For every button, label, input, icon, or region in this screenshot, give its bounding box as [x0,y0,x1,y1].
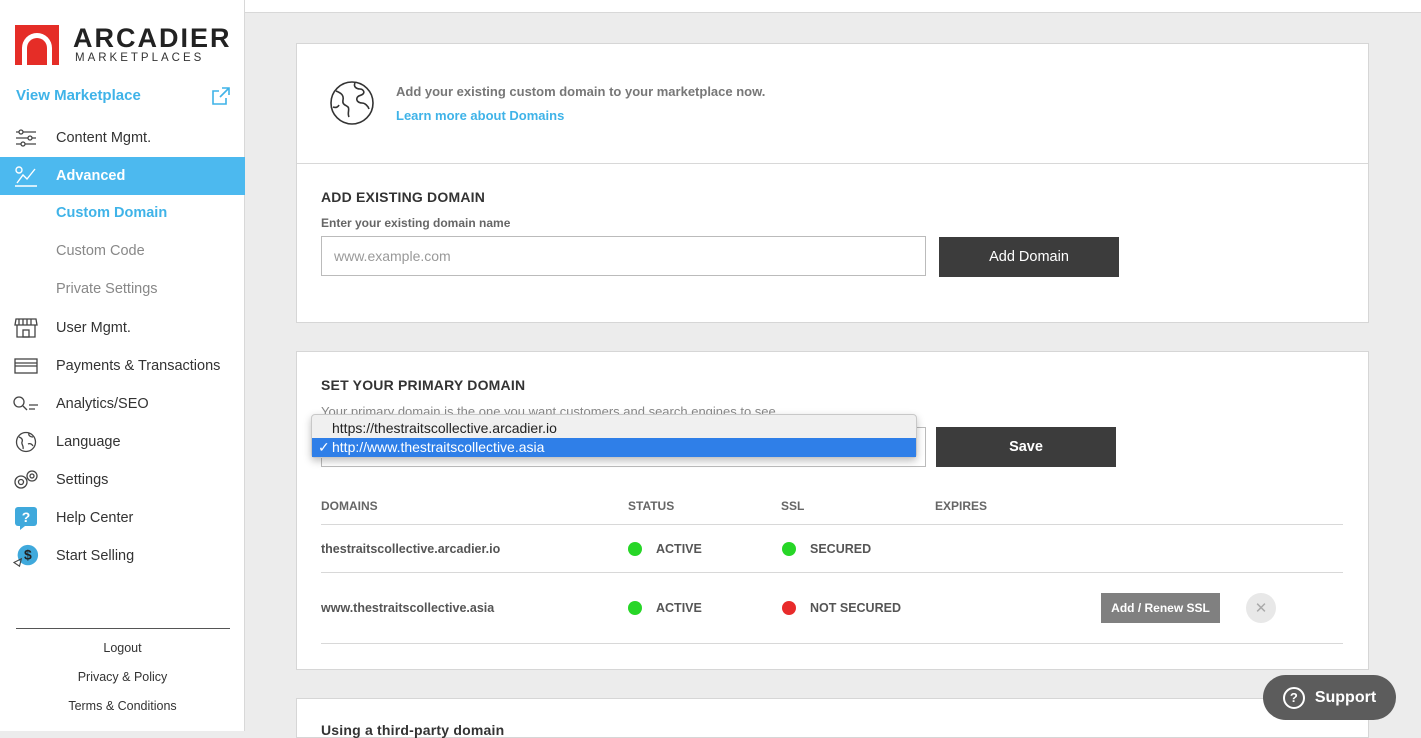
gears-icon [13,468,39,492]
add-domain-title: ADD EXISTING DOMAIN [321,189,486,205]
sidebar-item-start-selling[interactable]: $ Start Selling [0,537,245,575]
storefront-icon [13,316,39,340]
svg-text:?: ? [22,509,31,525]
sidebar-item-label: User Mgmt. [56,320,131,336]
globe-icon [13,430,39,454]
sidebar: ARCADIER MARKETPLACES View Marketplace C… [0,0,245,731]
support-label: Support [1314,688,1377,706]
external-link-icon[interactable] [211,86,231,106]
sidebar-item-help-center[interactable]: ? Help Center [0,499,245,537]
card-divider [297,163,1368,164]
table-divider [321,643,1343,644]
sliders-icon [13,126,39,150]
checkmark-icon: ✓ [318,439,330,455]
add-renew-ssl-button[interactable]: Add / Renew SSL [1101,593,1220,623]
ssl-dot [782,542,796,556]
close-icon: ✕ [1254,600,1268,617]
ssl-cell: NOT SECURED [810,601,901,615]
sidebar-item-settings[interactable]: Settings [0,461,245,499]
logo-mark-icon [15,25,59,65]
table-divider [321,572,1343,573]
sidebar-item-label: Start Selling [56,548,135,564]
card-icon [13,354,39,378]
help-icon: ? [13,506,39,530]
sidebar-item-advanced[interactable]: Advanced [0,157,245,195]
dropdown-option-selected[interactable]: ✓ http://www.thestraitscollective.asia [312,438,916,457]
privacy-policy-link[interactable]: Privacy & Policy [0,670,245,684]
logout-link[interactable]: Logout [0,641,245,655]
sidebar-item-label: Content Mgmt. [56,130,152,146]
sidebar-item-content-mgmt[interactable]: Content Mgmt. [0,119,245,157]
status-cell: ACTIVE [656,601,702,615]
save-button[interactable]: Save [936,427,1116,467]
col-header-domains: DOMAINS [321,499,378,513]
view-marketplace-link[interactable]: View Marketplace [16,87,141,104]
ssl-dot [782,601,796,615]
col-header-ssl: SSL [781,499,805,513]
sidebar-item-label: Help Center [56,510,134,526]
learn-more-domains-link[interactable]: Learn more about Domains [396,108,564,123]
primary-domain-dropdown[interactable]: https://thestraitscollective.arcadier.io… [311,414,917,458]
sidebar-item-user-mgmt[interactable]: User Mgmt. [0,309,245,347]
top-bar [245,0,1421,13]
sidebar-item-label: Language [56,434,121,450]
sidebar-item-language[interactable]: Language [0,423,245,461]
sidebar-subitem-private-settings[interactable]: Private Settings [56,281,158,297]
col-header-expires: EXPIRES [935,499,988,513]
table-divider [321,524,1343,525]
logo-tagline: MARKETPLACES [75,52,205,64]
dollar-icon: $ [13,544,39,568]
arcadier-logo[interactable]: ARCADIER MARKETPLACES [15,23,230,67]
sidebar-subitem-custom-code[interactable]: Custom Code [56,243,145,259]
domain-name-input[interactable] [321,236,926,276]
status-dot [628,601,642,615]
dropdown-option[interactable]: https://thestraitscollective.arcadier.io [312,419,916,438]
option-label: http://www.thestraitscollective.asia [332,439,545,455]
third-party-title: Using a third-party domain [321,722,505,738]
sidebar-item-label: Advanced [56,168,126,184]
terms-link[interactable]: Terms & Conditions [0,699,245,713]
ssl-cell: SECURED [810,542,872,556]
remove-domain-button[interactable]: ✕ [1246,593,1276,623]
sidebar-item-label: Settings [56,472,109,488]
help-circle-icon: ? [1282,686,1305,709]
sidebar-item-label: Analytics/SEO [56,396,149,412]
status-dot [628,542,642,556]
primary-domain-title: SET YOUR PRIMARY DOMAIN [321,377,526,393]
logo-title: ARCADIER [73,23,232,53]
sidebar-item-label: Payments & Transactions [56,358,221,374]
domain-cell: thestraitscollective.arcadier.io [321,542,501,556]
svg-text:$: $ [24,547,32,563]
col-header-status: STATUS [628,499,675,513]
sidebar-subitem-custom-domain[interactable]: Custom Domain [56,205,167,221]
status-cell: ACTIVE [656,542,702,556]
domain-cell: www.thestraitscollective.asia [321,601,495,615]
sidebar-item-analytics-seo[interactable]: Analytics/SEO [0,385,245,423]
globe-icon [330,81,374,125]
sidebar-item-payments[interactable]: Payments & Transactions [0,347,245,385]
search-chart-icon [13,392,39,416]
support-button[interactable]: ? Support [1263,675,1396,720]
advanced-icon [13,164,39,188]
sidebar-divider [16,628,230,629]
add-domain-button[interactable]: Add Domain [939,237,1119,277]
domain-name-label: Enter your existing domain name [321,216,511,230]
intro-text: Add your existing custom domain to your … [396,84,766,99]
